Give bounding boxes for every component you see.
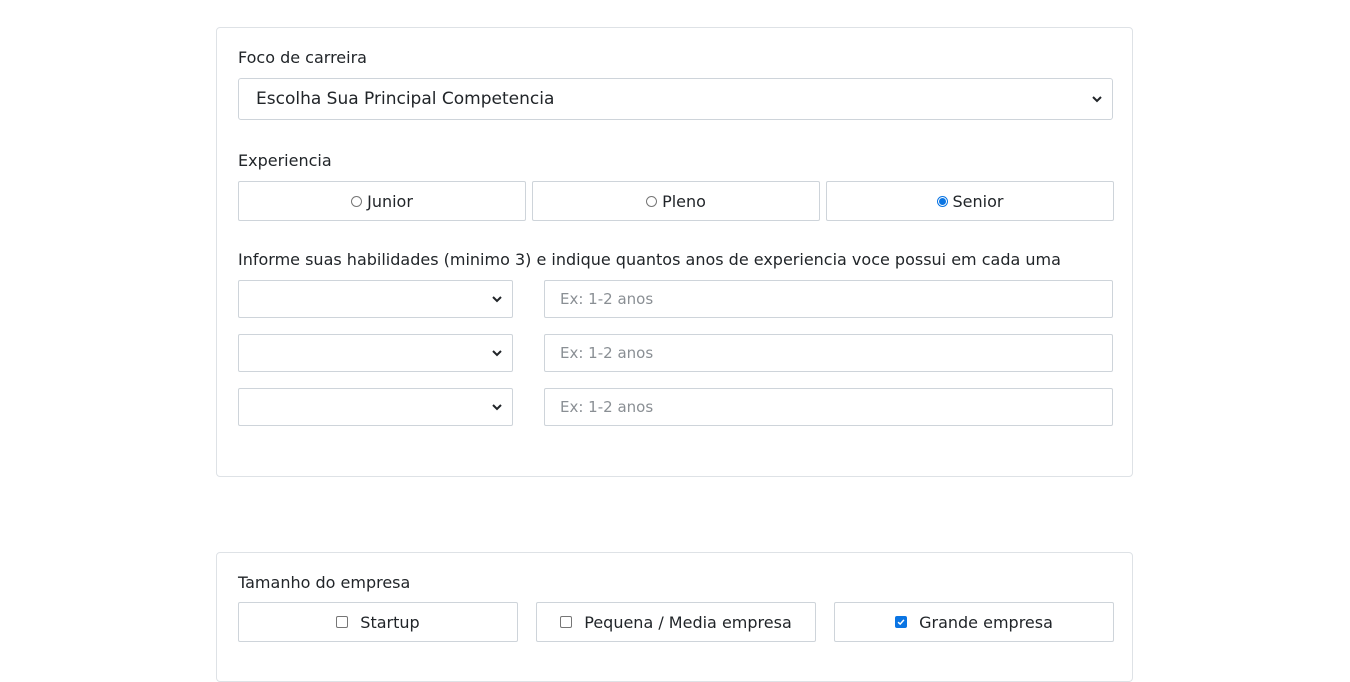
skill-select-2[interactable] <box>238 334 513 372</box>
experience-option-label: Junior <box>367 191 413 211</box>
chevron-down-icon <box>1092 96 1102 103</box>
career-focus-select[interactable]: Escolha Sua Principal Competencia <box>238 78 1113 120</box>
check-icon <box>897 619 905 626</box>
skills-label: Informe suas habilidades (minimo 3) e in… <box>238 250 1061 269</box>
radio-senior[interactable] <box>936 195 948 207</box>
checkbox-large[interactable] <box>895 616 908 628</box>
career-focus-label: Foco de carreira <box>238 48 367 67</box>
experience-option-pleno[interactable]: Pleno <box>532 181 820 221</box>
career-focus-selected: Escolha Sua Principal Competencia <box>256 89 555 109</box>
company-option-small-medium[interactable]: Pequena / Media empresa <box>536 602 816 642</box>
company-option-startup[interactable]: Startup <box>238 602 518 642</box>
experience-option-junior[interactable]: Junior <box>238 181 526 221</box>
chevron-down-icon <box>492 404 502 411</box>
company-option-label: Grande empresa <box>919 612 1053 632</box>
checkbox-small-medium[interactable] <box>560 616 573 628</box>
company-option-label: Pequena / Media empresa <box>584 612 792 632</box>
skill-select-1[interactable] <box>238 280 513 318</box>
skill-years-input-2[interactable] <box>544 334 1113 372</box>
company-option-large[interactable]: Grande empresa <box>834 602 1114 642</box>
radio-junior[interactable] <box>351 195 363 207</box>
company-size-card: Tamanho do empresa Startup Pequena / Med… <box>216 552 1133 682</box>
skill-years-input-3[interactable] <box>544 388 1113 426</box>
experience-label: Experiencia <box>238 151 332 170</box>
radio-dot <box>938 197 946 205</box>
experience-option-senior[interactable]: Senior <box>826 181 1114 221</box>
chevron-down-icon <box>492 350 502 357</box>
experience-option-label: Senior <box>952 191 1004 211</box>
radio-pleno[interactable] <box>646 195 658 207</box>
experience-option-label: Pleno <box>662 191 706 211</box>
chevron-down-icon <box>492 296 502 303</box>
checkbox-startup[interactable] <box>336 616 349 628</box>
skill-select-3[interactable] <box>238 388 513 426</box>
company-size-label: Tamanho do empresa <box>238 573 411 592</box>
company-option-label: Startup <box>360 612 420 632</box>
skill-years-input-1[interactable] <box>544 280 1113 318</box>
career-card: Foco de carreira Escolha Sua Principal C… <box>216 27 1133 477</box>
